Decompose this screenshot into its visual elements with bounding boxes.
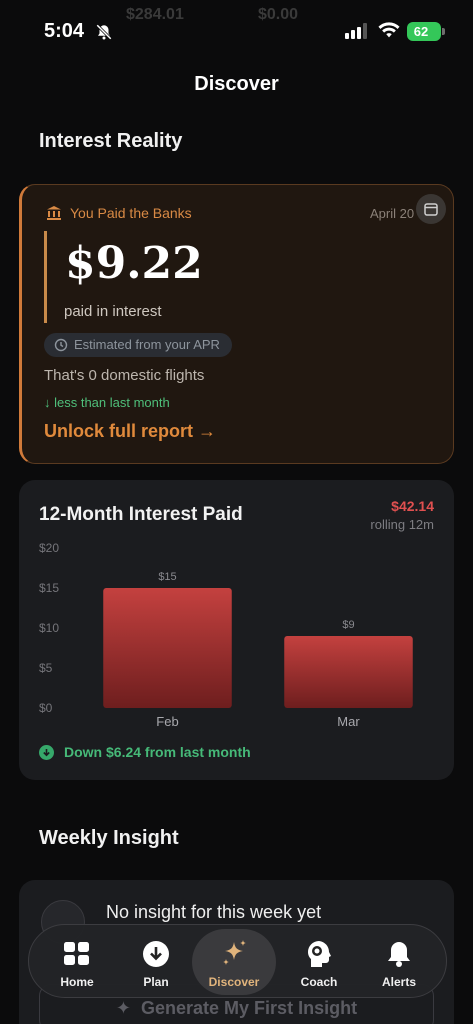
trend-text: ↓ less than last month bbox=[44, 395, 170, 410]
interest-heading-text: You Paid the Banks bbox=[70, 205, 192, 221]
tab-discover[interactable]: Discover bbox=[192, 929, 276, 995]
change-text: Down $6.24 from last month bbox=[64, 744, 251, 760]
y-tick-label: $10 bbox=[39, 621, 59, 635]
status-time: 5:04 bbox=[44, 20, 85, 42]
tab-coach[interactable]: Coach bbox=[277, 929, 361, 995]
flights-comparison: That's 0 domestic flights bbox=[44, 367, 205, 384]
estimate-chip: Estimated from your APR bbox=[44, 333, 232, 357]
y-tick-label: $5 bbox=[39, 661, 53, 675]
calendar-icon bbox=[424, 203, 438, 216]
data-label: $9 bbox=[342, 619, 354, 631]
status-bar: $284.01 $0.00 5:04 62 bbox=[0, 0, 473, 64]
unlock-full-report-link[interactable]: Unlock full report → bbox=[44, 421, 216, 442]
y-tick-label: $20 bbox=[39, 541, 59, 555]
tab-bar: Home Plan Discover Coach Alerts bbox=[28, 924, 447, 998]
interest-date: April 20 bbox=[370, 206, 415, 221]
sparkle-icon bbox=[223, 940, 246, 965]
chart-total: $42.14 bbox=[391, 498, 434, 514]
sparkle-icon: ✦ bbox=[115, 997, 132, 1018]
wifi-icon bbox=[378, 22, 400, 38]
status-ghost-left: $284.01 bbox=[126, 6, 184, 23]
change-row: Down $6.24 from last month bbox=[39, 744, 251, 760]
insight-empty-title: No insight for this week yet bbox=[106, 902, 322, 922]
chart-total-sub: rolling 12m bbox=[370, 517, 434, 532]
download-circle-icon bbox=[143, 941, 169, 967]
bell-slash-icon bbox=[96, 24, 112, 40]
tab-home[interactable]: Home bbox=[35, 929, 119, 995]
tab-plan[interactable]: Plan bbox=[114, 929, 198, 995]
arrow-down-circle-icon bbox=[39, 744, 54, 760]
calculator-clock-icon bbox=[54, 338, 68, 352]
interest-paid-label: paid in interest bbox=[64, 303, 162, 320]
chart-title: 12-Month Interest Paid bbox=[39, 504, 243, 525]
interest-chart-card: 12-Month Interest Paid $42.14 rolling 12… bbox=[19, 480, 454, 780]
interest-card-heading: You Paid the Banks bbox=[46, 205, 192, 221]
page-title: Discover bbox=[194, 73, 279, 95]
bar-mar bbox=[284, 636, 413, 708]
tab-alerts[interactable]: Alerts bbox=[357, 929, 441, 995]
data-label: $15 bbox=[158, 571, 176, 583]
interest-bar-chart: $0 $5 $10 $15 $20 $15 Feb $9 Mar bbox=[39, 541, 413, 729]
x-tick-label: Mar bbox=[337, 714, 360, 729]
bank-icon bbox=[47, 206, 61, 220]
section-title-weekly-insight: Weekly Insight bbox=[39, 827, 179, 849]
interest-amount: $9.22 bbox=[65, 238, 203, 289]
bell-icon bbox=[388, 942, 410, 967]
amount-accent-bar bbox=[44, 231, 47, 323]
y-tick-label: $0 bbox=[39, 701, 53, 715]
bar-feb bbox=[103, 588, 232, 708]
section-title-interest-reality: Interest Reality bbox=[39, 130, 183, 152]
grid-icon bbox=[64, 942, 89, 965]
status-ghost-right: $0.00 bbox=[258, 6, 299, 23]
cellular-signal-icon bbox=[345, 23, 367, 39]
brain-head-icon bbox=[308, 941, 331, 967]
calendar-button[interactable] bbox=[416, 194, 446, 224]
interest-reality-card[interactable]: You Paid the Banks April 20 $9.22 paid i… bbox=[19, 184, 454, 464]
y-tick-label: $15 bbox=[39, 581, 59, 595]
battery-indicator: 62 bbox=[407, 22, 445, 41]
x-tick-label: Feb bbox=[156, 714, 178, 729]
